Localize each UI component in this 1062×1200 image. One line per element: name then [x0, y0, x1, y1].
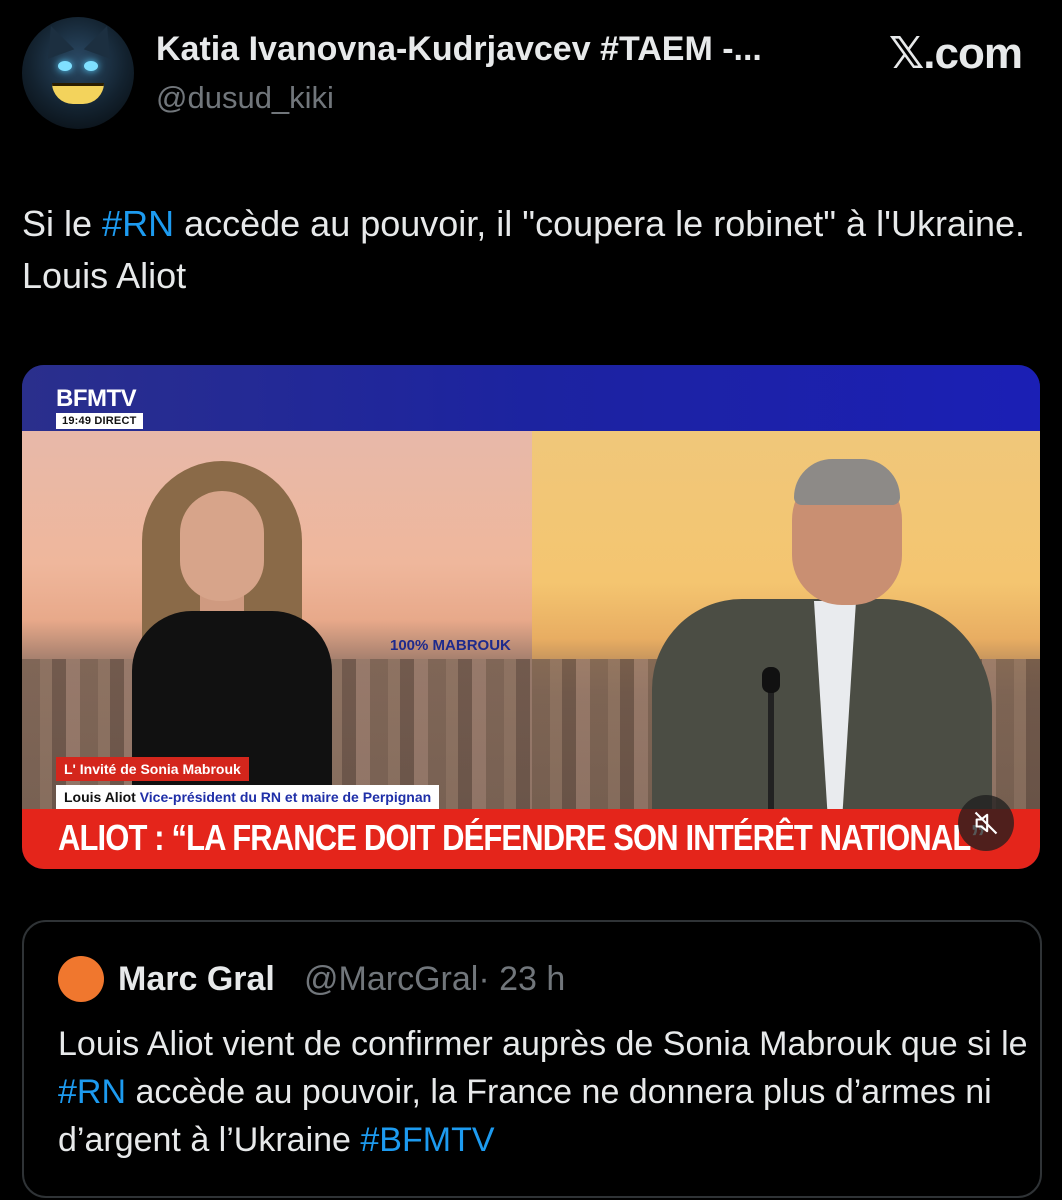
- hashtag-link[interactable]: #BFMTV: [360, 1121, 494, 1159]
- quoted-author-name[interactable]: Marc Gral: [118, 960, 275, 999]
- author-display-name[interactable]: Katia Ivanovna-Kudrjavcev #TAEM -...: [156, 30, 762, 69]
- muted-speaker-icon: [974, 811, 998, 835]
- broadcast-top-bar: [22, 365, 1040, 431]
- hashtag-link[interactable]: #RN: [58, 1073, 126, 1111]
- host-panel: 100% MABROUK: [22, 431, 532, 809]
- guest-panel: [532, 431, 1040, 809]
- tweet-text-part: Si le: [22, 203, 103, 244]
- microphone-stand: [768, 681, 774, 809]
- avatar-ear-right: [83, 21, 121, 59]
- quoted-tweet-text: Louis Aliot vient de confirmer auprès de…: [58, 1020, 1028, 1164]
- avatar-eye-left: [58, 61, 72, 71]
- tweet-text: Si le #RN accède au pouvoir, il "coupera…: [22, 198, 1042, 302]
- hashtag-link[interactable]: #RN: [102, 203, 174, 244]
- mute-toggle-button[interactable]: [958, 795, 1014, 851]
- lower-third-guest: Louis Aliot Vice-président du RN et mair…: [56, 785, 440, 809]
- guest-name: Louis Aliot: [64, 789, 140, 805]
- quoted-tweet[interactable]: Marc Gral @MarcGral· 23 h Louis Aliot vi…: [22, 920, 1042, 1198]
- quoted-author-meta: @MarcGral· 23 h: [304, 960, 565, 999]
- show-tag: 100% MABROUK: [390, 637, 511, 654]
- x-logo: 𝕏.com: [888, 29, 1023, 78]
- quoted-text-part: Louis Aliot vient de confirmer auprès de…: [58, 1025, 1028, 1063]
- video-player[interactable]: BFMTV 19:49 DIRECT 100% MABROUK L' Invit…: [22, 365, 1040, 869]
- quoted-tweet-time[interactable]: · 23 h: [478, 960, 565, 998]
- broadcast-headline: ALIOT : “LA FRANCE DOIT DÉFENDRE SON INT…: [58, 817, 986, 858]
- quoted-author-handle[interactable]: @MarcGral: [304, 960, 478, 998]
- avatar-grin: [52, 83, 104, 104]
- avatar-eye-right: [84, 61, 98, 71]
- lower-third-show: L' Invité de Sonia Mabrouk: [56, 757, 249, 781]
- author-avatar[interactable]: [22, 17, 134, 129]
- guest-role: Vice-président du RN et maire de Perpign…: [139, 789, 432, 805]
- guest-hair: [794, 459, 900, 505]
- author-handle[interactable]: @dusud_kiki: [156, 80, 334, 116]
- tweet-screenshot: Katia Ivanovna-Kudrjavcev #TAEM -... @du…: [0, 0, 1062, 1200]
- avatar-ear-left: [37, 21, 75, 59]
- microphone-head: [762, 667, 780, 693]
- channel-logo: BFMTV: [56, 385, 137, 412]
- quoted-text-part: accède au pouvoir, la France ne donnera …: [58, 1073, 992, 1159]
- quoted-author-avatar[interactable]: [58, 956, 104, 1002]
- broadcast-timestamp: 19:49 DIRECT: [56, 413, 143, 429]
- host-face: [180, 491, 264, 601]
